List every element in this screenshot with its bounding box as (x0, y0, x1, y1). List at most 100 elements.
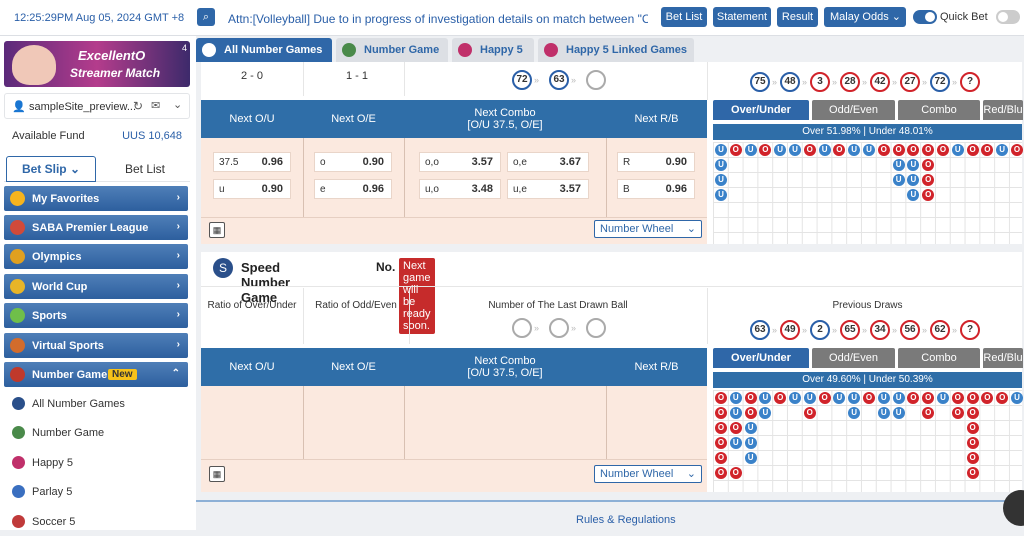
available-fund-label: Available Fund (12, 130, 85, 142)
header-next-rb: Next R/B (634, 113, 679, 125)
sidebar: ExcellentO Streamer Match 4 👤 sampleSite… (0, 36, 196, 530)
odds-ue[interactable]: u,e 3.57 (507, 179, 589, 199)
odds-even[interactable]: e 0.96 (314, 179, 392, 199)
bet-table-body: 37.5 0.96 u 0.90 o 0.90 e 0.96 o,o 3.57 o,e 3.… (201, 138, 707, 244)
odds-oo[interactable]: o,o 3.57 (419, 152, 501, 172)
tab-over-under[interactable]: Over/Under (713, 100, 809, 120)
top-prev-ball: ? (960, 72, 980, 92)
statement-button[interactable]: Statement (713, 7, 771, 27)
calculator-icon[interactable]: ▦ (209, 222, 225, 238)
game-number-label: No. (376, 260, 396, 274)
odds-over[interactable]: 37.5 0.96 (213, 152, 291, 172)
odds-oe[interactable]: o,e 3.67 (507, 152, 589, 172)
number-wheel-select[interactable]: Number Wheel ⌄ (594, 465, 702, 483)
road-bead-over: O (715, 437, 727, 449)
chevron-right-icon: › (176, 280, 180, 291)
odds-odd[interactable]: o 0.90 (314, 152, 392, 172)
tab-combo[interactable]: Combo (898, 100, 980, 120)
sidebar-item-saba-premier-league[interactable]: SABA Premier League › (4, 215, 188, 240)
top-prev-ball: 27 (900, 72, 920, 92)
tab-odd-even[interactable]: Odd/Even (812, 348, 895, 368)
game-icon (12, 456, 25, 469)
arrow-icon: » (952, 325, 958, 335)
tab-all-number-games[interactable]: All Number Games (196, 38, 332, 62)
tab-bet-slip[interactable]: Bet Slip ⌄ (6, 156, 96, 182)
sidebar-item-number-game[interactable]: Number Game New ⌃ (4, 362, 188, 387)
number-wheel-label: Number Wheel (600, 468, 674, 480)
announcement-ticker[interactable]: Attn:[Volleyball] Due to in progress of … (228, 12, 648, 26)
sidebar-item-my-favorites[interactable]: My Favorites › (4, 186, 188, 211)
sidebar-subitem-number-game[interactable]: Number Game (4, 418, 188, 447)
odds-value: 0.96 (261, 156, 283, 168)
road-bead-over: O (715, 467, 727, 479)
tab-happy-5[interactable]: Happy 5 (452, 38, 534, 62)
tab-happy-5-linked-games[interactable]: Happy 5 Linked Games (538, 38, 694, 62)
tab-odd-even[interactable]: Odd/Even (812, 100, 895, 120)
sidebar-subitem-label: Parlay 5 (32, 486, 73, 498)
sidebar-subitem-parlay-5[interactable]: Parlay 5 (4, 477, 188, 506)
secondary-toggle[interactable] (996, 10, 1020, 24)
road-bead-over: O (966, 407, 979, 419)
road-bead-over: O (729, 467, 742, 479)
odds-value: 3.48 (471, 183, 493, 195)
game-icon (12, 426, 25, 439)
odds-red[interactable]: R 0.90 (617, 152, 695, 172)
arrow-icon: » (534, 75, 540, 85)
last-drawn-ball (549, 318, 569, 338)
speed-prev-ball: 49 (780, 320, 800, 340)
sidebar-subitem-all-number-games[interactable]: All Number Games (4, 389, 188, 418)
odds-type-dropdown[interactable]: Malay Odds ⌄ (824, 7, 906, 27)
tab-bet-list[interactable]: Bet List (100, 156, 190, 182)
tab-number-game[interactable]: Number Game (336, 38, 448, 62)
uo-label: u,o (425, 184, 439, 195)
chevron-down-icon[interactable]: ⌄ (173, 98, 182, 111)
refresh-icon[interactable]: ↻ (133, 99, 143, 113)
road-bead-under: U (892, 159, 905, 171)
tab-red-blu[interactable]: Red/Blu (983, 348, 1023, 368)
game-status-badge: Next game will be ready soon. (399, 258, 435, 334)
sidebar-item-virtual-sports[interactable]: Virtual Sports › (4, 333, 188, 358)
odds-value: 0.90 (261, 183, 283, 195)
mail-icon[interactable]: ✉ (151, 99, 160, 112)
road-bead-under: U (892, 174, 905, 186)
road-bead-under: U (803, 392, 816, 404)
bet-list-button[interactable]: Bet List (661, 7, 707, 27)
rules-link[interactable]: Rules & Regulations (576, 514, 676, 526)
number-wheel-select[interactable]: Number Wheel ⌄ (594, 220, 702, 238)
odds-uo[interactable]: u,o 3.48 (419, 179, 501, 199)
promo-banner[interactable]: ExcellentO Streamer Match 4 (4, 41, 190, 87)
tab-over-under[interactable]: Over/Under (713, 348, 809, 368)
number-wheel-label: Number Wheel (600, 223, 674, 235)
speed-prev-ball: ? (960, 320, 980, 340)
arrow-icon: » (922, 325, 928, 335)
sidebar-item-world-cup[interactable]: World Cup › (4, 274, 188, 299)
quick-bet-toggle[interactable] (913, 10, 937, 24)
odds-blue[interactable]: B 0.96 (617, 179, 695, 199)
sidebar-subitem-happy-5[interactable]: Happy 5 (4, 448, 188, 477)
ou-ratio: 2 - 0 (241, 70, 264, 82)
odds-under[interactable]: u 0.90 (213, 179, 291, 199)
sidebar-item-olympics[interactable]: Olympics › (4, 244, 188, 269)
result-button[interactable]: Result (777, 7, 818, 27)
arrow-icon: » (892, 325, 898, 335)
scroll-top-button[interactable] (1003, 490, 1024, 526)
odds-value: 0.90 (362, 156, 384, 168)
sidebar-item-label: Sports (32, 310, 67, 322)
road-bead-over: O (966, 144, 979, 156)
arrow-icon: » (802, 325, 808, 335)
road-bead-under: U (892, 407, 905, 419)
road-bead-over: O (774, 392, 787, 404)
sidebar-item-label: Number Game (32, 369, 108, 381)
tab-combo[interactable]: Combo (898, 348, 980, 368)
username: sampleSite_preview... (29, 101, 136, 113)
odds-value: 3.57 (559, 183, 581, 195)
calculator-icon[interactable]: ▦ (209, 466, 225, 482)
tab-red-blu[interactable]: Red/Blu (983, 100, 1023, 120)
search-icon[interactable]: ⌕ (197, 8, 215, 26)
road-bead-over: O (892, 144, 905, 156)
game-tab-icon (202, 43, 216, 57)
sidebar-subitem-soccer-5[interactable]: Soccer 5 (4, 507, 188, 536)
road-bead-under: U (833, 392, 846, 404)
sidebar-item-sports[interactable]: Sports › (4, 303, 188, 328)
sidebar-item-label: World Cup (32, 281, 88, 293)
